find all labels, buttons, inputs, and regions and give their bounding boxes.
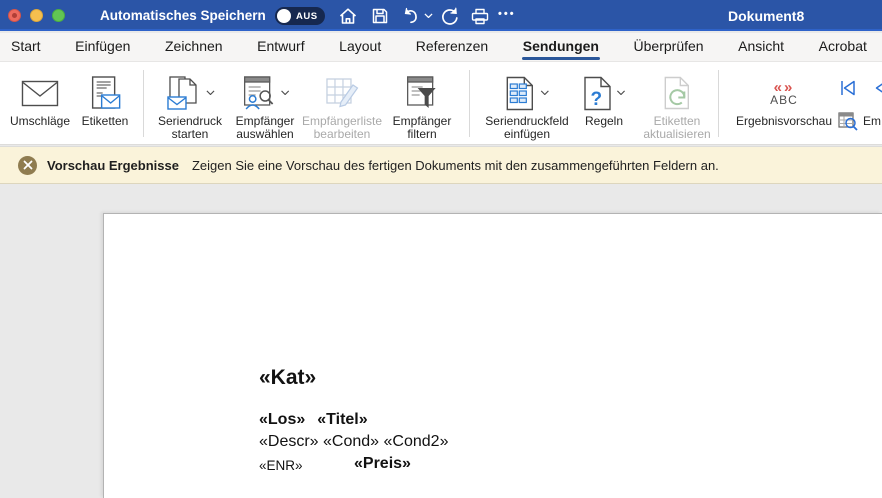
merge-field-los[interactable]: «Los» bbox=[259, 411, 305, 428]
edit-recipient-list-button: Empfängerliste bearbeiten bbox=[302, 71, 382, 141]
labels-icon bbox=[87, 76, 123, 111]
zoom-window-button[interactable] bbox=[52, 9, 65, 22]
undo-icon[interactable] bbox=[401, 6, 421, 26]
select-recipients-button[interactable]: Empfänger auswählen bbox=[236, 71, 295, 141]
tab-sendungen[interactable]: Sendungen bbox=[522, 33, 600, 61]
edit-list-icon bbox=[324, 76, 360, 110]
first-record-icon[interactable] bbox=[838, 78, 858, 98]
save-icon[interactable] bbox=[370, 6, 390, 26]
find-recipient-icon bbox=[838, 111, 858, 131]
window-title: Dokument8 bbox=[728, 8, 804, 24]
start-mail-merge-button[interactable]: Seriendruck starten bbox=[158, 71, 222, 141]
labels-button[interactable]: Etiketten bbox=[82, 71, 129, 128]
mail-merge-icon bbox=[166, 75, 202, 111]
merge-field-preis[interactable]: «Preis» bbox=[354, 455, 411, 473]
notification-message: Zeigen Sie eine Vorschau des fertigen Do… bbox=[192, 158, 719, 173]
filter-icon bbox=[405, 76, 439, 111]
merge-field-titel[interactable]: «Titel» bbox=[317, 411, 367, 428]
group-divider bbox=[469, 70, 470, 137]
merge-field-row-1[interactable]: «Los» «Titel» bbox=[259, 411, 368, 429]
tab-ueberpruefen[interactable]: Überprüfen bbox=[633, 33, 705, 61]
update-labels-icon bbox=[661, 76, 693, 111]
tab-referenzen[interactable]: Referenzen bbox=[415, 33, 489, 61]
print-icon[interactable] bbox=[470, 6, 490, 26]
home-icon[interactable] bbox=[338, 6, 358, 26]
tab-entwurf[interactable]: Entwurf bbox=[256, 33, 305, 61]
envelopes-button[interactable]: Umschläge bbox=[10, 71, 70, 128]
tab-layout[interactable]: Layout bbox=[338, 33, 382, 61]
group-divider bbox=[718, 70, 719, 137]
preview-results-notification: Vorschau Ergebnisse Zeigen Sie eine Vors… bbox=[0, 146, 882, 184]
ribbon: Umschläge Etiketten bbox=[0, 62, 882, 145]
titlebar: Automatisches Speichern AUS ••• Dokume bbox=[0, 0, 882, 31]
rules-icon: ? bbox=[583, 76, 613, 111]
close-window-button[interactable] bbox=[8, 9, 21, 22]
envelope-icon bbox=[21, 80, 59, 107]
dropdown-chevron-icon bbox=[206, 90, 215, 96]
merge-field-icon bbox=[504, 76, 536, 111]
find-recipient-button[interactable]: Em bbox=[838, 111, 882, 131]
dropdown-chevron-icon bbox=[540, 90, 549, 96]
notification-title: Vorschau Ergebnisse bbox=[47, 158, 179, 173]
preview-results-button[interactable]: «» ABC Ergebnisvorschau bbox=[736, 71, 832, 128]
record-navigation: Em bbox=[838, 71, 882, 131]
toggle-knob bbox=[277, 9, 291, 23]
tab-ansicht[interactable]: Ansicht bbox=[737, 33, 785, 61]
tab-zeichnen[interactable]: Zeichnen bbox=[164, 33, 224, 61]
merge-field-row-2[interactable]: «Descr» «Cond» «Cond2» bbox=[259, 433, 448, 451]
previous-record-icon[interactable] bbox=[872, 78, 882, 98]
update-labels-button: Etiketten aktualisieren bbox=[643, 71, 710, 141]
more-commands-icon[interactable]: ••• bbox=[498, 8, 516, 20]
rules-button[interactable]: ? Regeln bbox=[583, 71, 626, 128]
preview-results-icon: «» ABC bbox=[770, 81, 798, 106]
close-notification-icon[interactable] bbox=[18, 156, 37, 175]
autosave-toggle[interactable]: AUS bbox=[275, 7, 325, 25]
dropdown-chevron-icon bbox=[617, 90, 626, 96]
ribbon-tab-bar: Start Einfügen Zeichnen Entwurf Layout R… bbox=[0, 33, 882, 62]
document-page[interactable]: «Kat» «Los» «Titel» «Descr» «Cond» «Cond2… bbox=[103, 213, 882, 498]
insert-merge-field-button[interactable]: Seriendruckfeld einfügen bbox=[485, 71, 568, 141]
dropdown-chevron-icon bbox=[280, 90, 289, 96]
merge-field-kat[interactable]: «Kat» bbox=[259, 366, 316, 390]
tab-einfuegen[interactable]: Einfügen bbox=[74, 33, 131, 61]
document-workspace: «Kat» «Los» «Titel» «Descr» «Cond» «Cond2… bbox=[0, 185, 882, 498]
tab-acrobat[interactable]: Acrobat bbox=[818, 33, 868, 61]
merge-field-enr[interactable]: «ENR» bbox=[259, 458, 303, 473]
autosave-label: Automatisches Speichern bbox=[100, 8, 266, 23]
svg-text:?: ? bbox=[591, 89, 603, 110]
group-divider bbox=[143, 70, 144, 137]
redo-icon[interactable] bbox=[440, 6, 460, 26]
minimize-window-button[interactable] bbox=[30, 9, 43, 22]
autosave-state-label: AUS bbox=[296, 11, 318, 22]
undo-dropdown-chevron-icon[interactable] bbox=[424, 13, 433, 19]
recipients-list-icon bbox=[240, 76, 276, 111]
tab-start[interactable]: Start bbox=[10, 33, 42, 61]
filter-recipients-button[interactable]: Empfänger filtern bbox=[393, 71, 452, 141]
